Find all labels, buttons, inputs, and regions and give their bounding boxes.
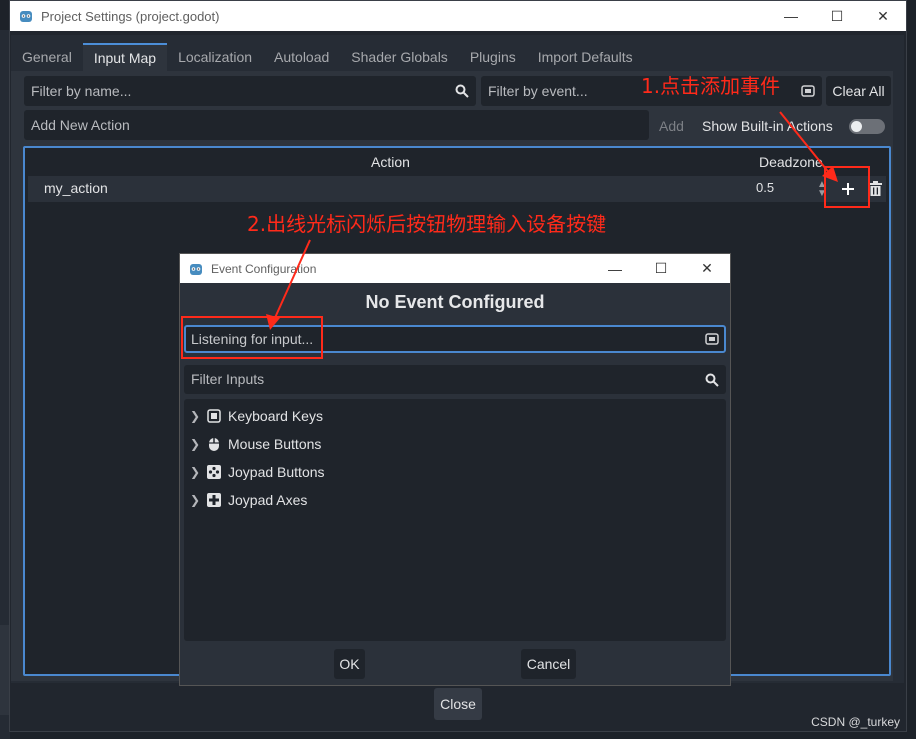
watermark: CSDN @_turkey [811,715,900,729]
annotation-arrows [266,111,838,330]
